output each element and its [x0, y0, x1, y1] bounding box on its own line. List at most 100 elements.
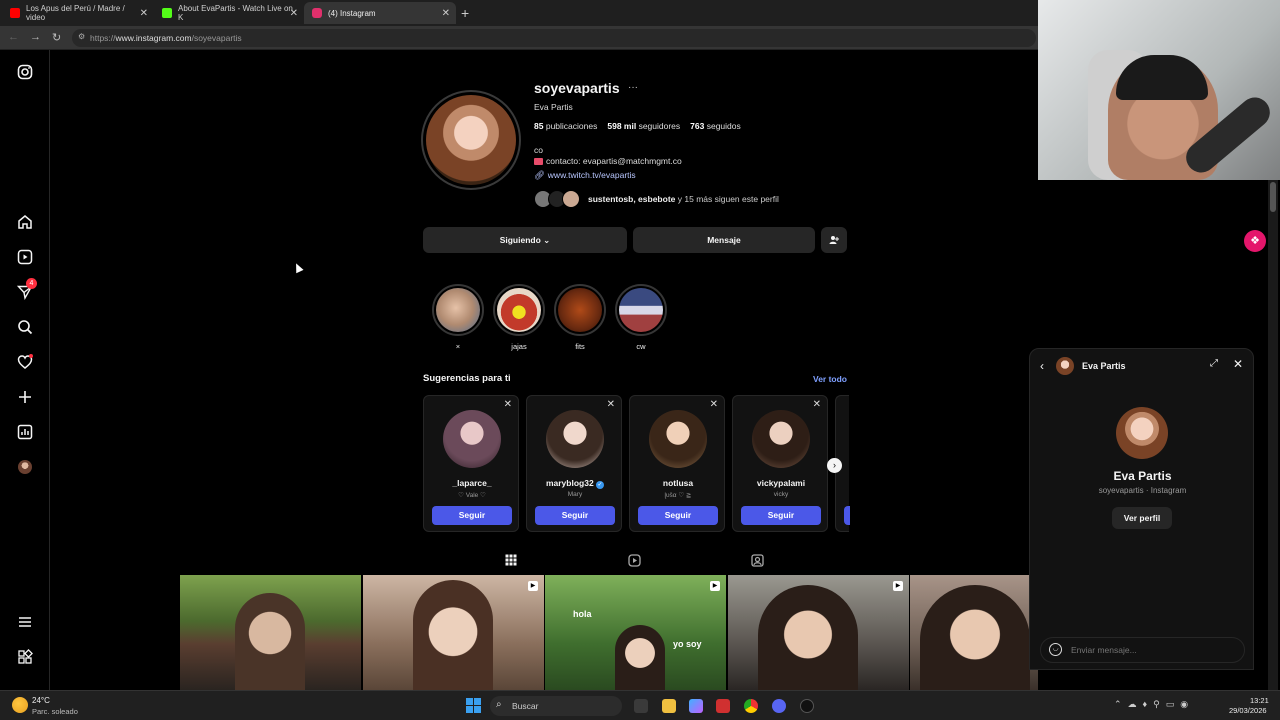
chat-header-name[interactable]: Eva Partis: [1082, 361, 1126, 371]
highlight-item[interactable]: fits: [554, 284, 606, 351]
instagram-sidebar: 4: [0, 50, 50, 690]
suggestion-avatar[interactable]: [649, 410, 707, 468]
suggestion-name-row[interactable]: maryblog32 ✓: [527, 478, 623, 489]
home-icon[interactable]: [17, 214, 33, 230]
highlight-item[interactable]: jajas: [493, 284, 545, 351]
profile-avatar-icon[interactable]: [17, 459, 33, 475]
follow-button[interactable]: Seguir: [432, 506, 512, 525]
follow-button[interactable]: Seguir: [741, 506, 821, 525]
followers-count[interactable]: 598 mil seguidores: [607, 121, 680, 131]
close-chat-icon[interactable]: ✕: [1233, 357, 1243, 371]
chat-header-avatar[interactable]: [1056, 357, 1074, 375]
new-tab-icon[interactable]: +: [461, 5, 469, 21]
forward-icon[interactable]: →: [30, 31, 41, 43]
bio-link-text[interactable]: www.twitch.tv/evapartis: [548, 170, 636, 180]
dashboard-icon[interactable]: [17, 424, 33, 440]
highlight-item[interactable]: cw: [615, 284, 667, 351]
copilot-icon[interactable]: [689, 699, 703, 713]
post-thumbnail[interactable]: ▶: [728, 575, 909, 690]
reload-icon[interactable]: ↻: [52, 31, 61, 44]
see-all-link[interactable]: Ver todo: [813, 374, 847, 384]
suggestion-name[interactable]: _laparce_: [424, 478, 520, 488]
notifications-heart-icon[interactable]: [17, 354, 33, 370]
posts-grid-icon[interactable]: [505, 554, 517, 569]
reels-tab-icon[interactable]: [628, 554, 641, 570]
message-button[interactable]: Mensaje: [633, 227, 815, 253]
tab-youtube[interactable]: Los Apus del Perú / Madre / video ✕: [2, 2, 154, 24]
scrollbar[interactable]: [1268, 180, 1278, 690]
chevron-down-icon: ⌄: [543, 234, 551, 245]
verified-badge-icon: ✓: [596, 481, 605, 489]
suggestion-name[interactable]: notlusa: [630, 478, 726, 488]
instagram-logo-icon[interactable]: [17, 64, 33, 80]
site-info-icon[interactable]: ⚙: [78, 32, 85, 41]
windows-start-icon[interactable]: [466, 698, 481, 713]
taskbar-search[interactable]: ⌕ Buscar: [490, 696, 622, 716]
clock-time[interactable]: 13:21: [1250, 696, 1269, 705]
task-view-icon[interactable]: [634, 699, 648, 713]
more-options-icon[interactable]: ···: [628, 82, 638, 93]
url-host: www.instagram.com: [115, 33, 192, 43]
instagram-icon: [312, 8, 322, 18]
suggest-user-icon[interactable]: [821, 227, 847, 253]
suggestion-name[interactable]: maryblog32: [546, 478, 594, 488]
suggestion-avatar[interactable]: [752, 410, 810, 468]
dismiss-icon[interactable]: ✕: [813, 399, 821, 410]
next-arrow-icon[interactable]: ›: [827, 458, 842, 473]
post-thumbnail[interactable]: ▶ hola yo soy: [545, 575, 726, 690]
close-icon[interactable]: ✕: [140, 8, 148, 19]
post-thumbnail[interactable]: [180, 575, 361, 690]
close-icon[interactable]: ✕: [290, 8, 298, 19]
tab-instagram[interactable]: (4) Instagram ✕: [304, 2, 456, 24]
reel-icon: ▶: [893, 581, 903, 591]
file-explorer-icon[interactable]: [662, 699, 676, 713]
suggestion-name[interactable]: vickypalami: [733, 478, 829, 488]
back-icon[interactable]: ←: [8, 31, 19, 43]
weather-temp[interactable]: 24°C: [32, 696, 50, 705]
youtube-icon: [10, 8, 20, 18]
tagged-tab-icon[interactable]: [751, 554, 764, 570]
dismiss-icon[interactable]: ✕: [504, 399, 512, 410]
more-apps-icon[interactable]: [17, 649, 33, 665]
following-button[interactable]: Siguiendo ⌄: [423, 227, 627, 253]
discord-icon[interactable]: [772, 699, 786, 713]
follow-button[interactable]: Seguir: [638, 506, 718, 525]
expand-icon[interactable]: ⤢: [1210, 358, 1218, 369]
menu-icon[interactable]: [17, 614, 33, 630]
system-tray-icons[interactable]: ⌃☁♦⚲▭◉: [1114, 699, 1194, 710]
view-profile-button[interactable]: Ver perfil: [1112, 507, 1172, 529]
weather-icon[interactable]: [12, 697, 28, 713]
tab-kick[interactable]: About EvaPartis - Watch Live on K ✕: [154, 2, 304, 24]
message-input[interactable]: [1071, 642, 1231, 658]
post-thumbnail[interactable]: ▶: [363, 575, 544, 690]
follow-button-partial[interactable]: [844, 506, 850, 525]
profile-avatar[interactable]: [421, 90, 521, 190]
chrome-icon[interactable]: [744, 699, 758, 713]
search-icon[interactable]: [17, 319, 33, 335]
reels-icon[interactable]: [17, 249, 33, 265]
dismiss-icon[interactable]: ✕: [710, 399, 718, 410]
clock-date[interactable]: 29/03/2026: [1229, 706, 1267, 715]
follow-button[interactable]: Seguir: [535, 506, 615, 525]
emoji-icon[interactable]: ◡: [1049, 643, 1062, 656]
direct-messages-icon[interactable]: 4: [16, 278, 37, 301]
suggestions-title: Sugerencias para ti: [423, 373, 511, 384]
post-thumbnail[interactable]: [910, 575, 1038, 690]
dismiss-icon[interactable]: ✕: [607, 399, 615, 410]
url-field[interactable]: ⚙ https://www.instagram.com/soyevapartis: [72, 29, 1036, 47]
suggestion-avatar[interactable]: [443, 410, 501, 468]
suggestion-avatar[interactable]: [546, 410, 604, 468]
highlight-item[interactable]: ×: [432, 284, 484, 351]
mutual-rest: y 15 más siguen este perfil: [677, 194, 779, 204]
app-red-icon[interactable]: [716, 699, 730, 713]
mutual-followers[interactable]: sustentosb, esbebote y 15 más siguen est…: [534, 190, 779, 208]
following-count[interactable]: 763 seguidos: [690, 121, 741, 131]
chat-profile-avatar[interactable]: [1116, 407, 1168, 459]
close-icon[interactable]: ✕: [442, 8, 450, 19]
webcam-overlay: [1038, 0, 1280, 180]
floating-action-icon[interactable]: ❖: [1244, 230, 1266, 252]
create-icon[interactable]: [17, 389, 33, 405]
app-black-icon[interactable]: [800, 699, 814, 713]
bio-link[interactable]: 🔗︎ www.twitch.tv/evapartis: [534, 170, 636, 181]
back-chevron-icon[interactable]: ‹: [1040, 359, 1044, 373]
